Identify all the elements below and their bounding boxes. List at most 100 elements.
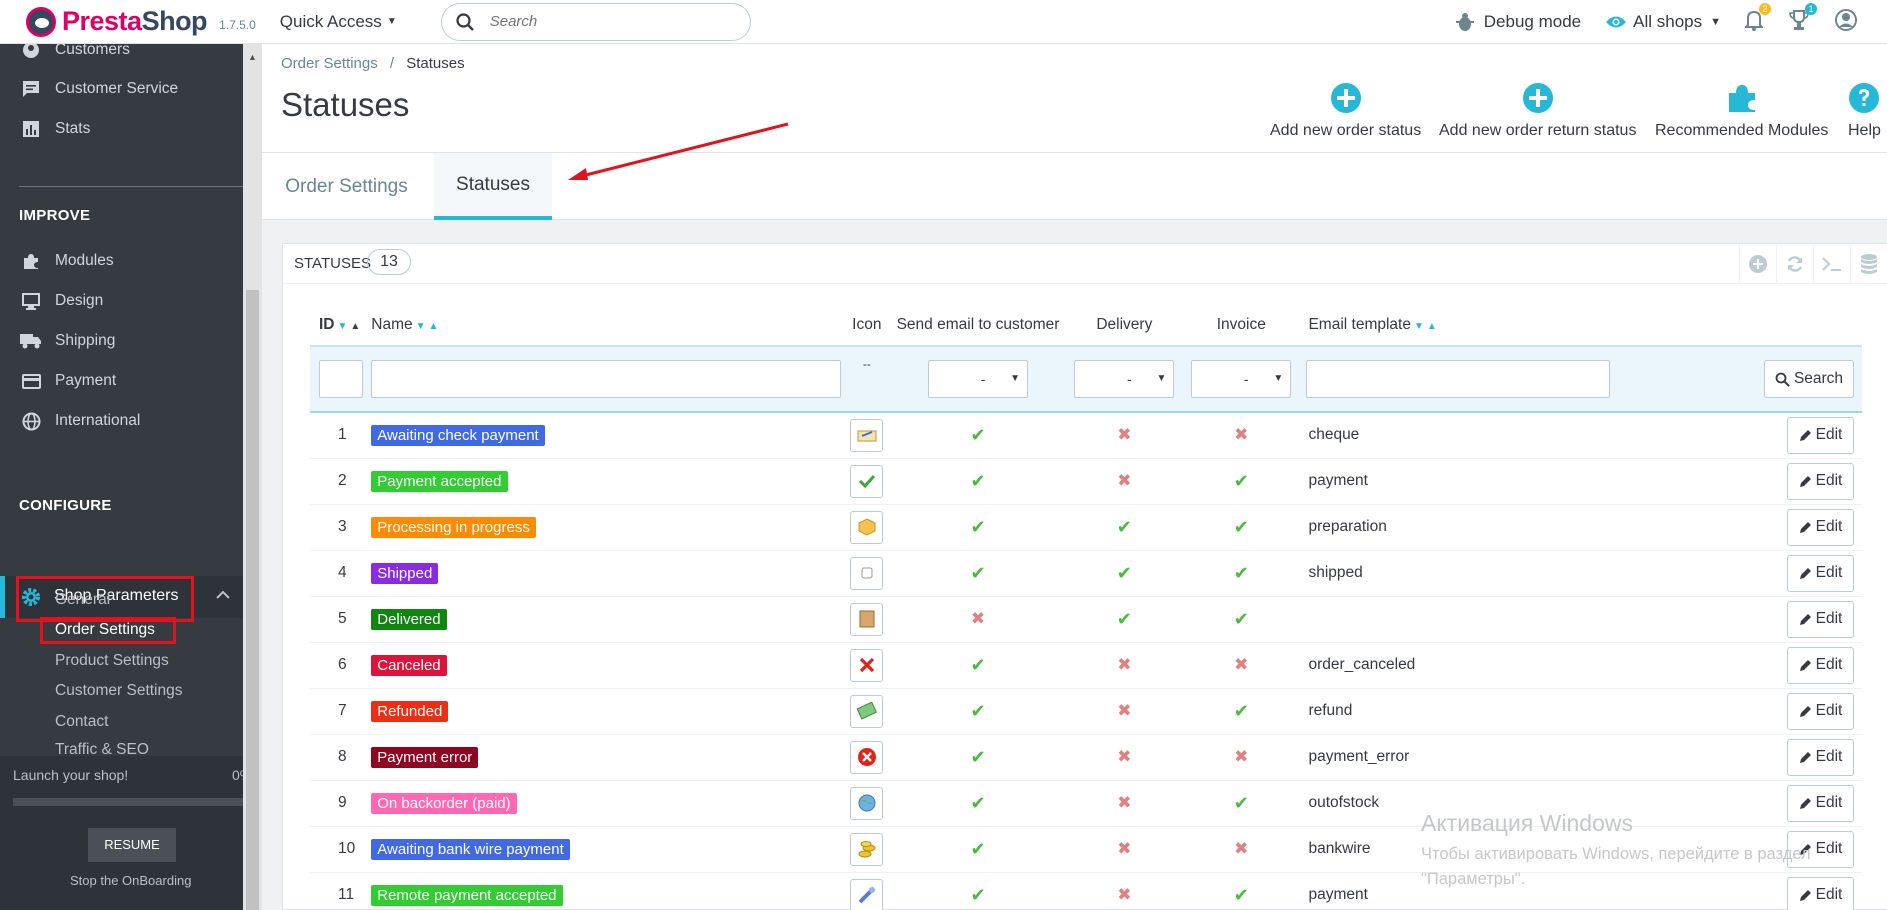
quick-access-dropdown[interactable]: Quick Access ▼ xyxy=(280,12,397,32)
pencil-icon xyxy=(1799,705,1811,717)
table-row[interactable]: 7 Refunded ✔ ✖ ✔ refund Edit xyxy=(310,688,1862,735)
sidebar-item-customers[interactable]: Customers xyxy=(0,44,243,68)
prestashop-logo[interactable]: PrestaShop xyxy=(26,6,208,37)
invoice-yes-icon: ✔ xyxy=(1233,792,1249,813)
table-row[interactable]: 8 Payment error ✔ ✖ ✖ payment_error Edit xyxy=(310,734,1862,781)
resume-button[interactable]: RESUME xyxy=(88,828,176,862)
table-row[interactable]: 5 Delivered ✖ ✔ ✔ Edit xyxy=(310,596,1862,643)
edit-button[interactable]: Edit xyxy=(1787,784,1854,822)
add-order-status-button[interactable]: Add new order status xyxy=(1270,76,1421,140)
table-row[interactable]: 6 Canceled ✔ ✖ ✖ order_canceled Edit xyxy=(310,642,1862,689)
card-icon xyxy=(20,373,42,389)
version-label: 1.7.5.0 xyxy=(219,17,256,32)
edit-button[interactable]: Edit xyxy=(1787,692,1854,730)
debug-mode[interactable]: Debug mode xyxy=(1455,12,1581,32)
sort-asc-icon[interactable]: ▲ xyxy=(429,321,439,332)
filter-delivery-select[interactable]: - ▼ xyxy=(1074,360,1175,398)
sidebar-scrollbar[interactable]: ▲ xyxy=(243,44,262,910)
sidebar-sub-contact[interactable]: Contact xyxy=(55,713,108,731)
search-input[interactable] xyxy=(489,13,710,30)
sidebar-sub-general[interactable]: General xyxy=(55,591,110,609)
sidebar-item-customer-service[interactable]: Customer Service xyxy=(0,71,243,107)
help-button[interactable]: Help xyxy=(1848,76,1881,140)
stop-onboarding-link[interactable]: Stop the OnBoarding xyxy=(70,873,191,888)
invoice-no-icon: ✖ xyxy=(1234,839,1249,858)
section-improve: IMPROVE xyxy=(19,207,91,224)
sidebar-item-shop-parameters[interactable]: Shop Parameters xyxy=(0,576,243,622)
row-id: 7 xyxy=(310,688,372,735)
caret-down-icon: ▼ xyxy=(1010,373,1021,384)
edit-button[interactable]: Edit xyxy=(1787,600,1854,638)
notifications-button[interactable]: 2 xyxy=(1743,3,1771,35)
breadcrumb-parent[interactable]: Order Settings xyxy=(281,55,378,72)
filter-name-input[interactable] xyxy=(371,360,842,398)
status-name-label: Awaiting check payment xyxy=(371,424,545,446)
send-email-yes-icon: ✔ xyxy=(970,470,986,491)
filter-send-email-select[interactable]: - ▼ xyxy=(928,360,1029,398)
chevron-up-icon xyxy=(216,590,230,599)
status-name-label: Canceled xyxy=(371,654,447,676)
sidebar-item-modules[interactable]: Modules xyxy=(0,243,243,279)
account-button[interactable] xyxy=(1835,9,1857,35)
tab-order-settings[interactable]: Order Settings xyxy=(262,153,431,220)
sidebar-item-payment[interactable]: Payment xyxy=(0,363,243,399)
sort-asc-icon[interactable]: ▲ xyxy=(1427,321,1437,332)
filter-invoice-select[interactable]: - ▼ xyxy=(1191,360,1292,398)
send-email-yes-icon: ✔ xyxy=(970,516,986,537)
send-email-yes-icon: ✔ xyxy=(970,792,986,813)
red-cross-icon xyxy=(850,648,884,682)
invoice-yes-icon: ✔ xyxy=(1233,470,1249,491)
delivery-no-icon: ✖ xyxy=(1117,655,1132,674)
header-email-template[interactable]: Email template ▼ ▲ xyxy=(1297,304,1682,346)
plus-circle-icon xyxy=(1749,255,1767,273)
plus-circle-icon xyxy=(1330,83,1361,113)
search-button[interactable]: Search xyxy=(1764,360,1854,398)
sidebar-item-design[interactable]: Design xyxy=(0,283,243,319)
refresh-button[interactable] xyxy=(1776,244,1813,284)
add-new-button[interactable] xyxy=(1739,244,1776,284)
recommended-modules-button[interactable]: Recommended Modules xyxy=(1655,76,1828,140)
table-row[interactable]: 1 Awaiting check payment ✔ ✖ ✖ cheque Edit xyxy=(310,412,1862,459)
header-id[interactable]: ID ▼ ▲ xyxy=(310,304,371,346)
pencil-icon xyxy=(1799,613,1811,625)
invoice-no-icon: ✖ xyxy=(1234,655,1249,674)
filter-id-input[interactable] xyxy=(319,360,363,398)
delivery-yes-icon: ✔ xyxy=(1116,516,1132,537)
edit-button[interactable]: Edit xyxy=(1787,646,1854,684)
eye-icon xyxy=(1606,16,1627,28)
tab-statuses[interactable]: Statuses xyxy=(434,153,552,220)
all-shops-dropdown[interactable]: All shops ▼ xyxy=(1605,12,1721,32)
add-return-status-button[interactable]: Add new order return status xyxy=(1439,76,1636,140)
sidebar-sub-product-settings[interactable]: Product Settings xyxy=(55,652,169,670)
table-row[interactable]: 4 Shipped ✔ ✔ ✔ shipped Edit xyxy=(310,550,1862,597)
delivery-yes-icon: ✔ xyxy=(1116,608,1132,629)
header-invoice: Invoice xyxy=(1216,315,1266,333)
trophy-button[interactable]: 1 xyxy=(1789,3,1817,35)
status-name-label: Shipped xyxy=(371,562,439,584)
blank-icon xyxy=(850,556,884,590)
edit-button[interactable]: Edit xyxy=(1787,416,1854,454)
sidebar-item-stats[interactable]: Stats xyxy=(0,111,243,147)
sort-desc-icon[interactable]: ▼ xyxy=(338,321,348,332)
edit-button[interactable]: Edit xyxy=(1787,508,1854,546)
sidebar-sub-customer-settings[interactable]: Customer Settings xyxy=(55,682,183,700)
edit-button[interactable]: Edit xyxy=(1787,738,1854,776)
filter-email-template-input[interactable] xyxy=(1306,360,1611,398)
sidebar-item-shipping[interactable]: Shipping xyxy=(0,323,243,359)
sql-query-button[interactable] xyxy=(1813,244,1850,284)
invoice-yes-icon: ✔ xyxy=(1233,562,1249,583)
export-button[interactable] xyxy=(1850,244,1887,284)
header-send-email: Send email to customer xyxy=(896,315,1060,333)
search-box[interactable] xyxy=(440,2,751,41)
sort-desc-icon[interactable]: ▼ xyxy=(416,321,426,332)
edit-button[interactable]: Edit xyxy=(1787,554,1854,592)
table-row[interactable]: 2 Payment accepted ✔ ✖ ✔ payment Edit xyxy=(310,458,1862,505)
edit-button[interactable]: Edit xyxy=(1787,462,1854,500)
sort-asc-icon[interactable]: ▲ xyxy=(350,321,360,332)
header-name[interactable]: Name ▼ ▲ xyxy=(371,304,841,346)
table-row[interactable]: 3 Processing in progress ✔ ✔ ✔ preparation Edi… xyxy=(310,504,1862,551)
sidebar-item-international[interactable]: International xyxy=(0,403,243,439)
invoice-yes-icon: ✔ xyxy=(1233,516,1249,537)
sort-desc-icon[interactable]: ▼ xyxy=(1414,321,1424,332)
plus-circle-icon xyxy=(1522,83,1553,113)
